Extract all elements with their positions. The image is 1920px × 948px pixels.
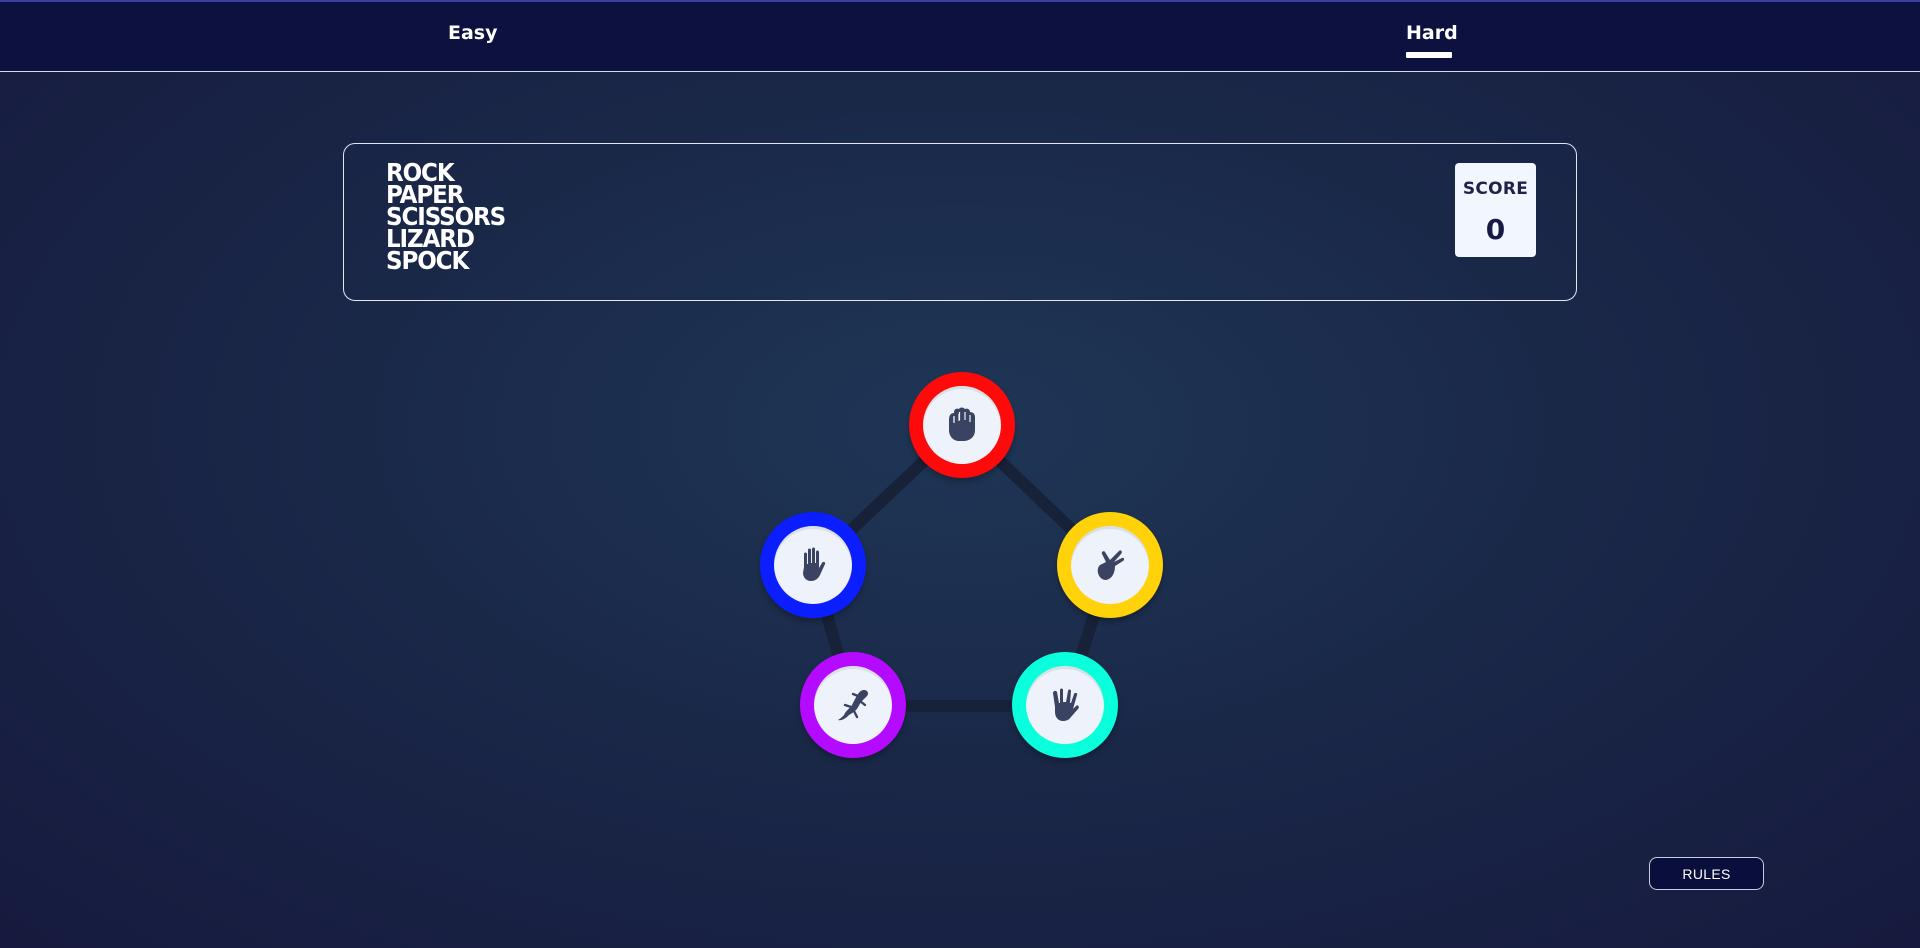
rock-button[interactable]: [909, 372, 1015, 478]
lizard-icon: [838, 690, 868, 721]
lizard-button[interactable]: [800, 652, 906, 758]
scissors-button[interactable]: [1057, 512, 1163, 618]
paper-button[interactable]: [760, 512, 866, 618]
fist-icon: [949, 407, 975, 441]
peace-hand-icon: [1097, 550, 1125, 580]
rules-button[interactable]: RULES: [1649, 857, 1764, 890]
open-hand-icon: [803, 547, 826, 581]
spock-button[interactable]: [1012, 652, 1118, 758]
vulcan-hand-icon: [1053, 688, 1079, 721]
